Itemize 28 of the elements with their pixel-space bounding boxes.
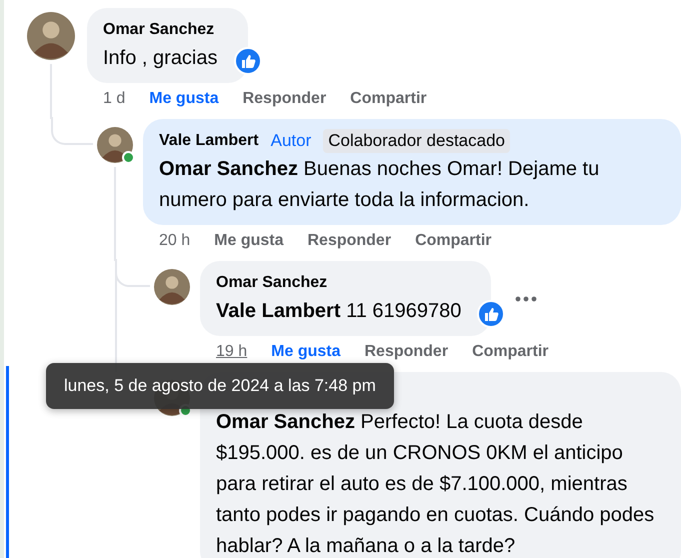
like-reaction-icon[interactable]: [234, 47, 262, 75]
contributor-badge: Colaborador destacado: [323, 129, 510, 153]
avatar-icon[interactable]: [154, 269, 190, 305]
share-link[interactable]: Compartir: [415, 232, 492, 250]
like-link[interactable]: Me gusta: [149, 90, 219, 108]
avatar-icon[interactable]: [97, 127, 133, 163]
avatar-icon[interactable]: [27, 12, 75, 60]
share-link[interactable]: Compartir: [350, 90, 427, 108]
comment-time[interactable]: 20 h: [159, 232, 190, 250]
timestamp-tooltip: lunes, 5 de agosto de 2024 a las 7:48 pm: [46, 363, 394, 409]
author-name[interactable]: Omar Sanchez: [216, 271, 328, 295]
comment-time[interactable]: 1 d: [103, 90, 126, 108]
author-name[interactable]: Omar Sanchez: [103, 18, 214, 42]
reply-link[interactable]: Responder: [242, 90, 326, 108]
like-link[interactable]: Me gusta: [271, 343, 340, 361]
comment-text: Info , gracias: [103, 46, 219, 71]
comment-text: Vale Lambert 11 61969780: [216, 299, 462, 324]
comment-time[interactable]: 19 h: [216, 343, 248, 361]
reply-link[interactable]: Responder: [364, 343, 448, 361]
reply-link[interactable]: Responder: [307, 232, 392, 250]
share-link[interactable]: Compartir: [472, 343, 549, 361]
author-label: Autor: [270, 131, 312, 151]
like-link[interactable]: Me gusta: [214, 232, 284, 250]
comment-text: Omar Sanchez Perfecto! La cuota desde $195.000. es de un CRONOS 0KM el anticipo para retirar el auto es de $7.100.000, mientras tanto podes ir pagando en cuotas. Cuándo podes hablar? A la mañana o a la tarde?: [216, 410, 656, 558]
comment-text: Omar Sanchez Buenas noches Omar! Dejame tu numero para enviarte toda la informacion.: [159, 157, 600, 213]
more-options-icon[interactable]: [515, 296, 538, 302]
author-name[interactable]: Vale Lambert: [159, 129, 259, 153]
like-reaction-icon[interactable]: [477, 300, 506, 328]
